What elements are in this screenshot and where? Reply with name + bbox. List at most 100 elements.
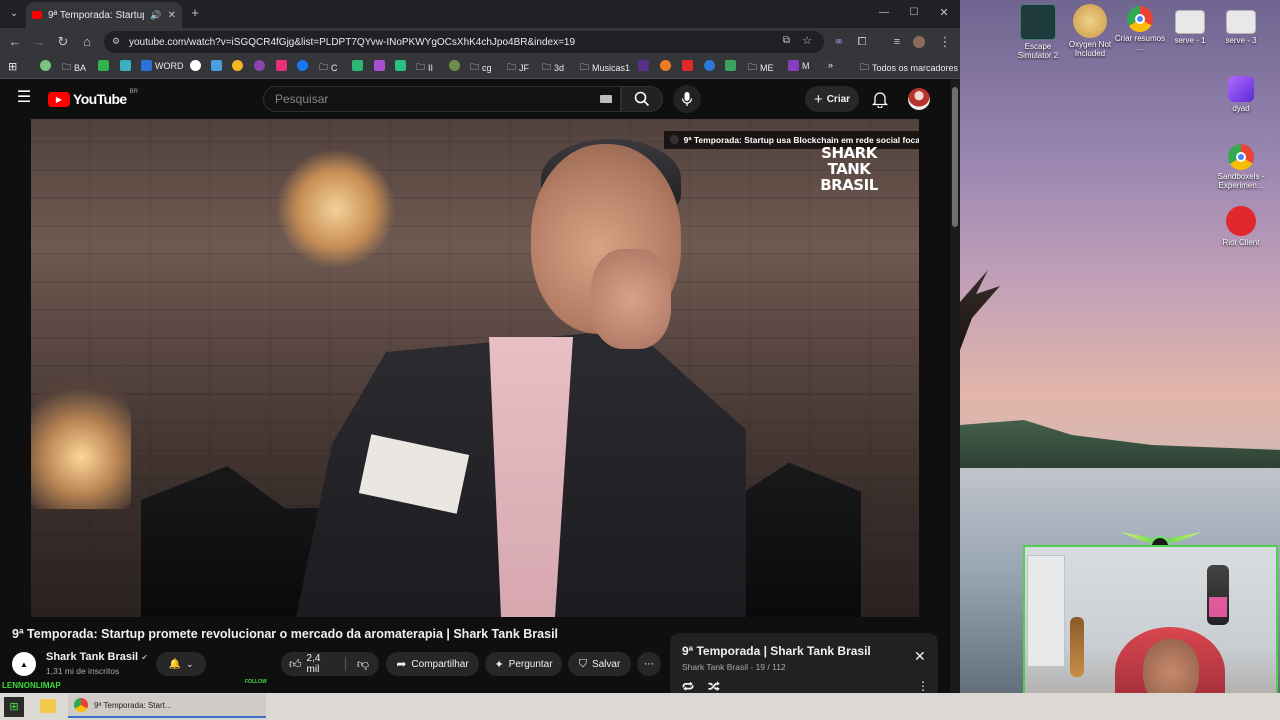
bookmark-m[interactable]: M xyxy=(788,60,810,71)
channel-name[interactable]: Shark Tank Brasil ✔ xyxy=(46,651,148,663)
voice-search-button[interactable] xyxy=(673,85,701,113)
video-overlay-title[interactable]: 9ª Temporada: Startup usa Blockchain em … xyxy=(663,131,919,149)
close-tab-icon[interactable]: ✕ xyxy=(168,10,176,21)
page-scrollbar[interactable] xyxy=(950,79,960,693)
loop-icon[interactable]: 🔁︎ xyxy=(682,679,694,693)
scrollbar-thumb[interactable] xyxy=(952,87,958,227)
bookmark-folder-ii[interactable]: 🗀 II xyxy=(416,60,433,76)
desktop-icon-serve-1[interactable]: serve - 1 xyxy=(1162,10,1218,45)
media-controls-icon[interactable]: ≡ xyxy=(888,33,906,51)
ask-button[interactable]: ✦ Perguntar xyxy=(485,652,562,676)
youtube-logo[interactable]: ▶ YouTube BR xyxy=(48,89,138,107)
install-app-icon[interactable]: ⧉ xyxy=(783,35,790,46)
start-button[interactable]: ⊞ xyxy=(4,697,24,717)
search-input[interactable]: Pesquisar xyxy=(263,86,621,112)
bookmark-folder-ba[interactable]: 🗀 BA xyxy=(62,60,86,76)
close-window-icon[interactable]: ✕ xyxy=(935,4,953,22)
bookmark-icon[interactable] xyxy=(40,60,51,71)
more-actions-button[interactable]: ⋯ xyxy=(637,652,661,676)
folder-icon: 🗀 xyxy=(62,62,72,72)
bookmark-icon[interactable] xyxy=(725,60,736,71)
bookmark-folder-musicas1[interactable]: 🗀 Musicas1 xyxy=(580,60,630,76)
extensions-puzzle-icon[interactable]: ⧠ xyxy=(853,33,871,51)
bookmark-word[interactable]: WORD xyxy=(141,60,184,71)
taskbar-chrome-item[interactable]: 9ª Temporada: Start... xyxy=(68,694,266,718)
shark-tank-brasil-watermark: SHARK TANK BRASIL xyxy=(820,145,878,193)
bookmark-icon[interactable] xyxy=(704,60,715,71)
desktop-icon-serve-3[interactable]: serve - 3 xyxy=(1213,10,1269,45)
apps-grid-icon[interactable]: ⊞ xyxy=(8,60,17,73)
bookmark-icon[interactable] xyxy=(352,60,363,71)
video-player[interactable]: 9ª Temporada: Startup usa Blockchain em … xyxy=(31,119,919,617)
reload-icon[interactable]: ↻ xyxy=(54,33,72,51)
channel-avatar[interactable]: ▲ xyxy=(12,652,36,676)
speaker-icon[interactable]: 🔊 xyxy=(150,10,161,21)
webcam-feed xyxy=(1023,545,1278,715)
hamburger-menu-icon[interactable]: ☰ xyxy=(15,89,33,107)
browser-window: ⌄ 9ª Temporada: Startup prom 🔊 ✕ + — ☐ ✕… xyxy=(0,0,960,693)
bookmark-icon[interactable] xyxy=(211,60,222,71)
playlist-channel[interactable]: Shark Tank Brasil xyxy=(682,662,748,672)
desktop-icon-riot-client[interactable]: Riot Client xyxy=(1213,206,1269,247)
playlist-title[interactable]: 9ª Temporada | Shark Tank Brasil xyxy=(682,644,871,658)
bookmark-icon[interactable] xyxy=(98,60,109,71)
tab-youtube[interactable]: 9ª Temporada: Startup prom 🔊 ✕ xyxy=(26,2,182,28)
oxygen-not-included-icon xyxy=(1073,4,1107,38)
bookmark-folder-c[interactable]: 🗀 C xyxy=(319,60,338,76)
bookmark-icon[interactable] xyxy=(254,60,265,71)
like-button[interactable]: 👍︎ 2,4 mil xyxy=(289,653,332,675)
minimize-icon[interactable]: — xyxy=(875,4,893,22)
desktop-icon-dyad[interactable]: dyad xyxy=(1213,76,1269,113)
bookmark-folder-jf[interactable]: 🗀 JF xyxy=(507,60,529,76)
share-button[interactable]: ➦ Compartilhar xyxy=(386,652,479,676)
desktop-icon-sandboxels[interactable]: Sandboxels - Experimen... xyxy=(1213,144,1269,190)
maximize-icon[interactable]: ☐ xyxy=(905,4,923,22)
bookmark-icon[interactable] xyxy=(190,60,201,71)
new-tab-icon[interactable]: + xyxy=(186,4,204,22)
bookmark-icon[interactable] xyxy=(374,60,385,71)
save-button[interactable]: ⛉ Salvar xyxy=(568,652,631,676)
search-button[interactable] xyxy=(621,86,663,112)
bookmark-icon[interactable] xyxy=(232,60,243,71)
bookmark-folder-cg[interactable]: 🗀 cg xyxy=(470,60,492,76)
home-icon[interactable]: ⌂ xyxy=(78,33,96,51)
bookmark-icon[interactable] xyxy=(638,60,649,71)
shuffle-icon[interactable]: 🔀︎ xyxy=(708,679,720,693)
back-icon[interactable]: ← xyxy=(6,33,24,51)
playlist-more-icon[interactable]: ⋮ xyxy=(917,679,929,693)
file-explorer-icon[interactable] xyxy=(40,699,56,713)
bell-icon xyxy=(871,92,889,109)
bookmark-icon[interactable] xyxy=(120,60,131,71)
bookmark-icon[interactable] xyxy=(297,60,308,71)
streamer-name: LENNONLIMAP xyxy=(2,681,61,690)
bookmark-star-icon[interactable]: ☆ xyxy=(802,34,812,47)
site-info-icon[interactable]: ⚙ xyxy=(112,36,120,47)
close-playlist-icon[interactable]: ✕ xyxy=(914,648,926,665)
tab-search-icon[interactable]: ⌄ xyxy=(5,5,23,23)
bookmark-icon[interactable] xyxy=(660,60,671,71)
menu-kebab-icon[interactable]: ⋮ xyxy=(936,33,954,51)
bookmark-icon[interactable] xyxy=(395,60,406,71)
desktop-icon-criar-resumos[interactable]: Criar resumos ... xyxy=(1112,6,1168,52)
wallpaper-palm xyxy=(960,270,1000,350)
thumbs-down-icon[interactable]: 👎︎ xyxy=(357,657,369,672)
forward-icon[interactable]: → xyxy=(30,33,48,51)
desktop-icon-escape-simulator[interactable]: Escape Simulator 2 xyxy=(1010,4,1066,60)
notifications-button[interactable] xyxy=(871,90,889,113)
chrome-icon xyxy=(1127,6,1153,32)
all-bookmarks-folder[interactable]: 🗀 Todos os marcadores xyxy=(860,60,958,76)
subscription-bell-button[interactable]: 🔔 ⌄ xyxy=(156,652,206,676)
account-avatar[interactable] xyxy=(908,88,930,110)
extension-icon[interactable]: ⚭ xyxy=(830,33,848,51)
profile-avatar[interactable] xyxy=(910,33,928,51)
url-field[interactable]: ⚙ youtube.com/watch?v=iSGQCR4fGjg&list=P… xyxy=(104,31,824,53)
bookmark-folder-3d[interactable]: 🗀 3d xyxy=(542,60,564,76)
desktop-icon-oxygen-not-included[interactable]: Oxygen Not Included xyxy=(1062,4,1118,58)
bookmark-folder-me[interactable]: 🗀 ME xyxy=(748,60,774,76)
create-button[interactable]: + Criar xyxy=(805,86,859,112)
bookmarks-overflow-icon[interactable]: » xyxy=(828,60,833,70)
bookmark-icon[interactable] xyxy=(276,60,287,71)
bookmark-icon[interactable] xyxy=(449,60,460,71)
bookmark-icon[interactable] xyxy=(682,60,693,71)
keyboard-icon[interactable] xyxy=(600,95,612,103)
